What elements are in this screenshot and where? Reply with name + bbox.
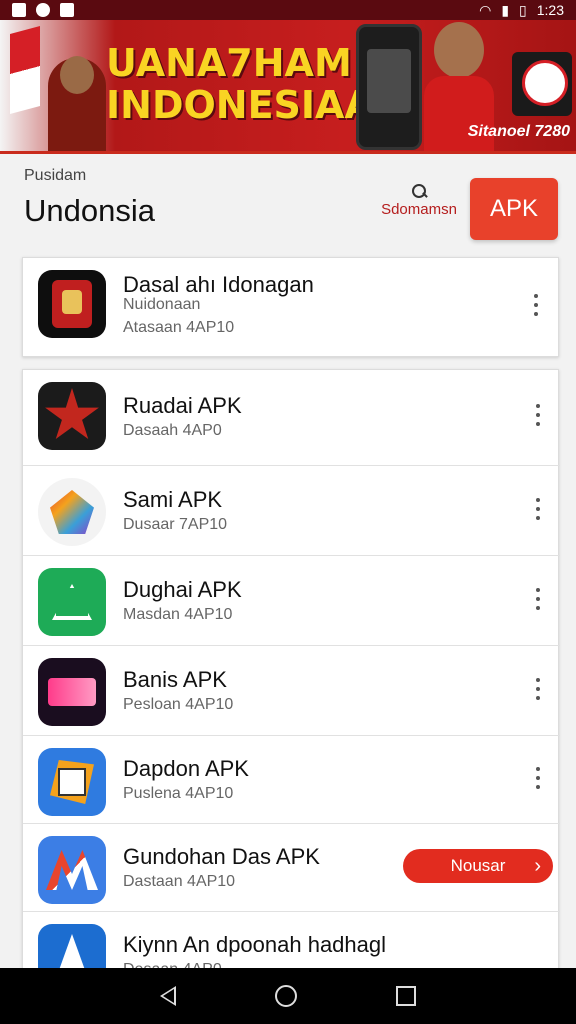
app-name: Sami APK (123, 487, 223, 512)
app-name: Kiynn An dpoonah hadhagl (123, 932, 387, 957)
featured-app-developer: Nuidonaan (123, 296, 201, 313)
list-item[interactable]: Dughai APK Masdan 4AP10 (23, 556, 560, 646)
notification-icons (12, 3, 74, 17)
app-name: Banis APK (123, 667, 227, 692)
status-time: 1:23 (536, 2, 564, 18)
ab-letter-icon (38, 658, 106, 726)
app-notification-icon (12, 3, 26, 17)
open-button-label: Nousar (450, 856, 506, 875)
banner-title-line2: INDONESIAA (106, 83, 374, 127)
open-button[interactable]: Nousar › (403, 849, 553, 883)
more-options-icon[interactable] (532, 294, 540, 320)
battery-icon: ▯ (519, 1, 527, 18)
list-item[interactable]: Dapdon APK Puslena 4AP10 (23, 736, 560, 824)
clock-notification-icon (36, 3, 50, 17)
flag-graphic (10, 25, 40, 115)
zigzag-icon (38, 836, 106, 904)
phone-graphic (356, 24, 422, 150)
app-meta: Dasaah 4AP0 (123, 422, 222, 439)
download-notification-icon (60, 3, 74, 17)
app-name: Dughai APK (123, 577, 242, 602)
banner-caption: Sitanoel 7280 (467, 123, 570, 140)
banner-title-line1: UANA7HAM (106, 41, 352, 85)
search-button[interactable]: Sdomamsn (374, 183, 464, 223)
app-meta: Puslena 4AP10 (123, 785, 234, 802)
page-subtitle: Pusidam (24, 167, 87, 184)
search-label: Sdomamsn (381, 201, 457, 218)
signal-icon: ▮ (501, 1, 510, 18)
wifi-icon: ◠ (479, 1, 492, 18)
app-meta: Dusaar 7AP10 (123, 516, 228, 533)
chevron-right-icon: › (534, 855, 541, 877)
list-item[interactable]: Gundohan Das APK Dastaan 4AP10 Nousar › (23, 824, 560, 912)
featured-app-name: Dasal ahı Idonagan (123, 272, 314, 297)
back-icon[interactable] (159, 986, 176, 1006)
search-icon (411, 183, 427, 199)
recent-apps-icon[interactable] (396, 986, 417, 1006)
list-item[interactable]: Kiynn An dpoonah hadhagl Desaan 4AP0 (23, 912, 560, 992)
featured-app-meta: Atasaan 4AP10 (123, 319, 235, 336)
more-options-icon[interactable] (534, 498, 542, 524)
app-meta: Dastaan 4AP10 (123, 873, 236, 890)
featured-app-icon (38, 270, 106, 338)
featured-card[interactable]: Dasal ahı Idonagan Nuidonaan Atasaan 4AP… (22, 257, 559, 357)
list-item[interactable]: Banis APK Pesloan 4AP10 (23, 646, 560, 736)
app-name: Dapdon APK (123, 756, 249, 781)
app-meta: Masdan 4AP10 (123, 606, 233, 623)
home-icon[interactable] (274, 985, 297, 1007)
system-icons: ◠ ▮ ▯ 1:23 (479, 2, 564, 19)
globe-frame-icon (38, 748, 106, 816)
app-list: Ruadai APK Dasaah 4AP0 Sami APK Dusaar 7… (22, 369, 560, 992)
prism-cube-icon (38, 478, 106, 546)
status-bar: ◠ ▮ ▯ 1:23 (0, 0, 576, 20)
page-title: Undonsia (24, 193, 155, 228)
apk-button[interactable]: APK (470, 178, 558, 240)
person-graphic-left (48, 56, 106, 151)
list-item[interactable]: Ruadai APK Dasaah 4AP0 (23, 370, 560, 466)
app-meta: Pesloan 4AP10 (123, 696, 234, 713)
emblem-graphic (512, 52, 572, 116)
star-badge-icon (38, 382, 106, 450)
more-options-icon[interactable] (534, 404, 542, 430)
ad-letter-icon (38, 568, 106, 636)
navigation-bar (0, 968, 576, 1024)
more-options-icon[interactable] (534, 588, 542, 614)
banner-title: UANA7HAM INDONESIAA (106, 42, 374, 126)
more-options-icon[interactable] (534, 767, 542, 793)
more-options-icon[interactable] (534, 678, 542, 704)
app-name: Gundohan Das APK (123, 844, 320, 869)
app-name: Ruadai APK (123, 393, 242, 418)
promo-banner[interactable]: UANA7HAM INDONESIAA Sitanoel 7280 (0, 20, 576, 154)
page-header: Pusidam Undonsia Sdomamsn APK (0, 157, 576, 247)
list-item[interactable]: Sami APK Dusaar 7AP10 (23, 466, 560, 556)
